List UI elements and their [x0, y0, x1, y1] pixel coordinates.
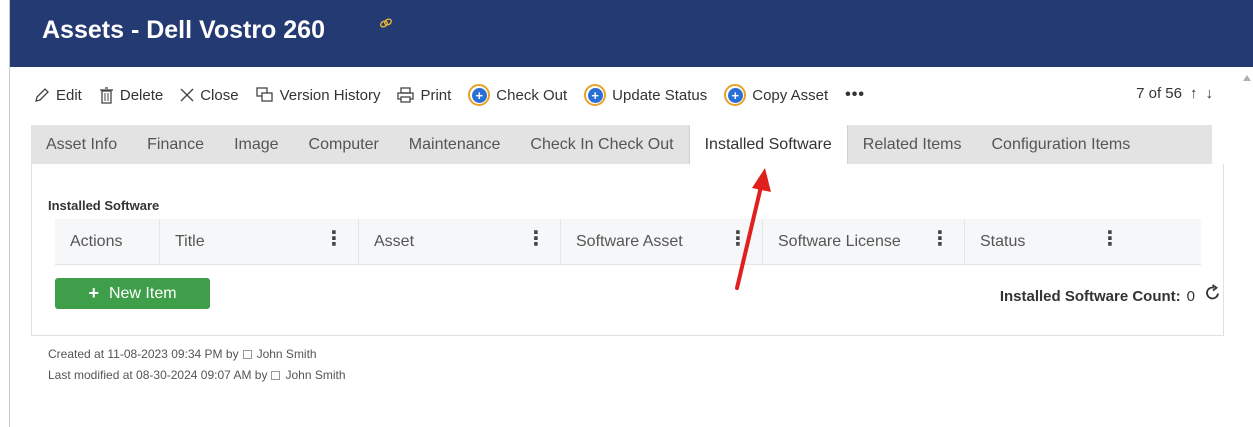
- modified-text: Last modified at 08-30-2024 09:07 AM by: [48, 368, 268, 382]
- modified-info: Last modified at 08-30-2024 09:07 AM by …: [48, 368, 346, 382]
- copy-asset-button[interactable]: + Copy Asset: [724, 80, 828, 110]
- column-label: Software License: [778, 233, 901, 250]
- tab-bar: Asset Info Finance Image Computer Mainte…: [31, 125, 1212, 165]
- delete-label: Delete: [119, 86, 164, 104]
- scroll-up-arrow-icon[interactable]: [1243, 75, 1251, 81]
- next-record-arrow-icon[interactable]: ↓: [1206, 85, 1214, 102]
- more-actions-button[interactable]: •••: [845, 80, 865, 110]
- column-label: Title: [175, 233, 205, 250]
- close-icon: [180, 88, 194, 102]
- annotation-arrow-icon: [735, 168, 771, 290]
- modified-by-user[interactable]: John Smith: [285, 368, 345, 382]
- column-label: Status: [980, 233, 1026, 250]
- column-label: Actions: [70, 233, 123, 250]
- print-label: Print: [420, 86, 452, 104]
- refresh-icon[interactable]: [1205, 284, 1221, 301]
- update-status-label: Update Status: [612, 86, 708, 104]
- printer-icon: [397, 87, 415, 103]
- installed-software-panel: Installed Software Actions Title ⋮ Asset…: [31, 164, 1224, 336]
- column-header-actions[interactable]: Actions: [55, 219, 159, 265]
- new-item-label: New Item: [108, 284, 177, 302]
- column-menu-icon[interactable]: ⋮: [1100, 229, 1120, 249]
- version-history-button[interactable]: Version History: [255, 80, 381, 110]
- tab-image[interactable]: Image: [219, 125, 293, 164]
- created-info: Created at 11-08-2023 09:34 PM by John S…: [48, 347, 317, 361]
- plus-icon: +: [88, 283, 99, 303]
- page-title: Assets - Dell Vostro 260: [42, 16, 325, 44]
- version-history-icon: [255, 87, 273, 102]
- edit-button[interactable]: Edit: [34, 80, 82, 110]
- column-label: Asset: [374, 233, 415, 250]
- created-by-user[interactable]: John Smith: [257, 347, 317, 361]
- column-header-status[interactable]: Status ⋮: [964, 219, 1134, 265]
- pager-position: 7 of 56: [1136, 85, 1182, 102]
- tab-finance[interactable]: Finance: [132, 125, 219, 164]
- column-header-software-license[interactable]: Software License ⋮: [762, 219, 964, 265]
- user-checkbox-icon: [242, 349, 252, 359]
- new-item-button[interactable]: + New Item: [55, 278, 210, 309]
- toolbar: Edit Delete Close Version History Print …: [34, 80, 882, 110]
- tab-maintenance[interactable]: Maintenance: [394, 125, 516, 164]
- tab-check-in-check-out[interactable]: Check In Check Out: [515, 125, 688, 164]
- previous-record-arrow-icon[interactable]: ↑: [1190, 85, 1198, 102]
- close-label: Close: [200, 86, 239, 104]
- update-status-button[interactable]: + Update Status: [584, 80, 707, 110]
- delete-button[interactable]: Delete: [99, 80, 163, 110]
- column-menu-icon[interactable]: ⋮: [324, 229, 344, 249]
- tab-configuration-items[interactable]: Configuration Items: [977, 125, 1146, 164]
- print-button[interactable]: Print: [397, 80, 451, 110]
- trash-icon: [99, 86, 113, 104]
- check-out-label: Check Out: [496, 86, 568, 104]
- close-button[interactable]: Close: [180, 80, 239, 110]
- created-text: Created at 11-08-2023 09:34 PM by: [48, 347, 239, 361]
- action-plus-icon: +: [724, 84, 747, 106]
- record-pager: 7 of 56 ↑ ↓: [1136, 85, 1213, 102]
- tab-asset-info[interactable]: Asset Info: [31, 125, 132, 164]
- version-history-label: Version History: [279, 86, 381, 104]
- copy-asset-label: Copy Asset: [752, 86, 829, 104]
- column-menu-icon[interactable]: ⋮: [930, 229, 950, 249]
- installed-software-count: Installed Software Count: 0: [1000, 288, 1195, 305]
- tab-installed-software[interactable]: Installed Software: [688, 125, 848, 165]
- column-label: Software Asset: [576, 233, 683, 250]
- tab-computer[interactable]: Computer: [294, 125, 394, 164]
- title-bar: Assets - Dell Vostro 260: [10, 0, 1253, 67]
- action-plus-icon: +: [584, 84, 607, 106]
- user-checkbox-icon: [271, 370, 281, 380]
- section-label: Installed Software: [48, 198, 160, 213]
- count-label: Installed Software Count:: [999, 288, 1181, 305]
- grid-header: Actions Title ⋮ Asset ⋮ Software Asset ⋮…: [55, 219, 1219, 300]
- column-header-asset[interactable]: Asset ⋮: [358, 219, 560, 265]
- link-icon[interactable]: [379, 16, 393, 30]
- check-out-button[interactable]: + Check Out: [468, 80, 567, 110]
- column-header-title[interactable]: Title ⋮: [159, 219, 358, 265]
- tab-related-items[interactable]: Related Items: [848, 125, 977, 164]
- count-value: 0: [1186, 288, 1195, 305]
- column-menu-icon[interactable]: ⋮: [526, 229, 546, 249]
- pencil-icon: [35, 88, 49, 102]
- action-plus-icon: +: [468, 84, 491, 106]
- edit-label: Edit: [56, 86, 82, 104]
